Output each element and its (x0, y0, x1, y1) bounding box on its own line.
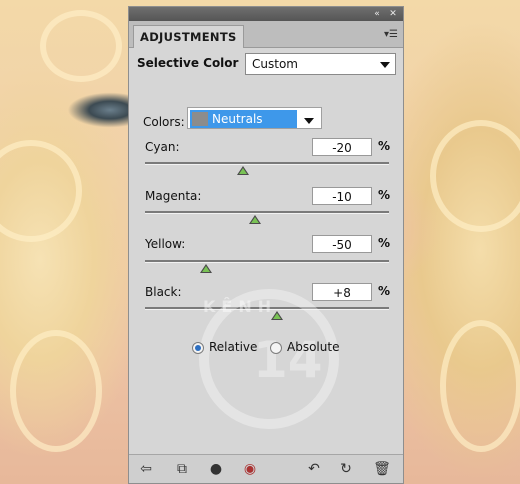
hair-curl (40, 10, 122, 82)
cyan-slider-thumb[interactable] (236, 166, 249, 175)
selective-color-label: Selective Color (137, 56, 238, 70)
reset-icon[interactable]: ↻ (337, 460, 355, 478)
black-percent: % (378, 284, 391, 298)
relative-radio[interactable] (192, 342, 204, 354)
tab-adjustments[interactable]: ADJUSTMENTS (133, 25, 244, 48)
neutral-color-chip (192, 112, 208, 126)
cyan-value-input[interactable]: -20 (312, 138, 372, 156)
preset-value: Custom (252, 57, 298, 71)
watermark-logo: 14 (199, 289, 339, 429)
preset-dropdown[interactable]: Custom (245, 53, 396, 75)
yellow-value-input[interactable]: -50 (312, 235, 372, 253)
hair-curl (440, 320, 520, 452)
absolute-radio[interactable] (270, 342, 282, 354)
cyan-label: Cyan: (145, 140, 180, 154)
panel-menu-icon[interactable]: ▾☰ (384, 29, 398, 40)
colors-label: Colors: (143, 115, 185, 129)
double-chevron-left-icon[interactable]: « (371, 8, 383, 20)
yellow-slider-thumb[interactable] (200, 264, 212, 273)
visibility-eye-icon[interactable]: ◉ (241, 460, 259, 478)
yellow-slider-track[interactable] (145, 260, 389, 263)
previous-state-icon[interactable]: ↶ (305, 460, 323, 478)
hair-curl (10, 330, 102, 452)
panel-bottom-toolbar: ⇦ ⧉ ● ◉ ↶ ↻ 🗑 (129, 454, 403, 483)
yellow-label: Yellow: (145, 237, 186, 251)
chevron-down-icon (380, 62, 390, 68)
black-value: +8 (333, 286, 351, 300)
selective-color-title: Selective Color (137, 56, 239, 70)
close-icon[interactable]: ✕ (387, 8, 399, 20)
panel-titlebar: « ✕ (129, 7, 403, 21)
relative-label[interactable]: Relative (209, 340, 257, 354)
magenta-label: Magenta: (145, 189, 202, 203)
magenta-percent: % (378, 188, 391, 202)
magenta-slider-thumb[interactable] (248, 215, 261, 224)
chevron-down-icon (304, 118, 314, 124)
magenta-value: -10 (332, 190, 352, 204)
yellow-percent: % (378, 236, 391, 250)
adjustments-panel: « ✕ ADJUSTMENTS ▾☰ Selective Color Custo… (128, 6, 404, 484)
colors-selected-swatch[interactable]: Neutrals (190, 110, 297, 128)
trash-icon[interactable]: 🗑 (373, 460, 391, 478)
cyan-percent: % (378, 139, 391, 153)
cyan-value: -20 (332, 141, 352, 155)
panel-tab-row: ADJUSTMENTS ▾☰ (129, 21, 403, 48)
black-value-input[interactable]: +8 (312, 283, 372, 301)
expand-view-icon[interactable]: ⧉ (173, 460, 191, 478)
magenta-slider-track[interactable] (145, 211, 389, 214)
cyan-slider-track[interactable] (145, 162, 389, 165)
yellow-value: -50 (332, 238, 352, 252)
colors-value: Neutrals (212, 112, 263, 126)
black-label: Black: (145, 285, 182, 299)
absolute-label[interactable]: Absolute (287, 340, 339, 354)
back-arrow-icon[interactable]: ⇦ (137, 460, 155, 478)
magenta-value-input[interactable]: -10 (312, 187, 372, 205)
clip-layer-icon[interactable]: ● (207, 460, 225, 478)
